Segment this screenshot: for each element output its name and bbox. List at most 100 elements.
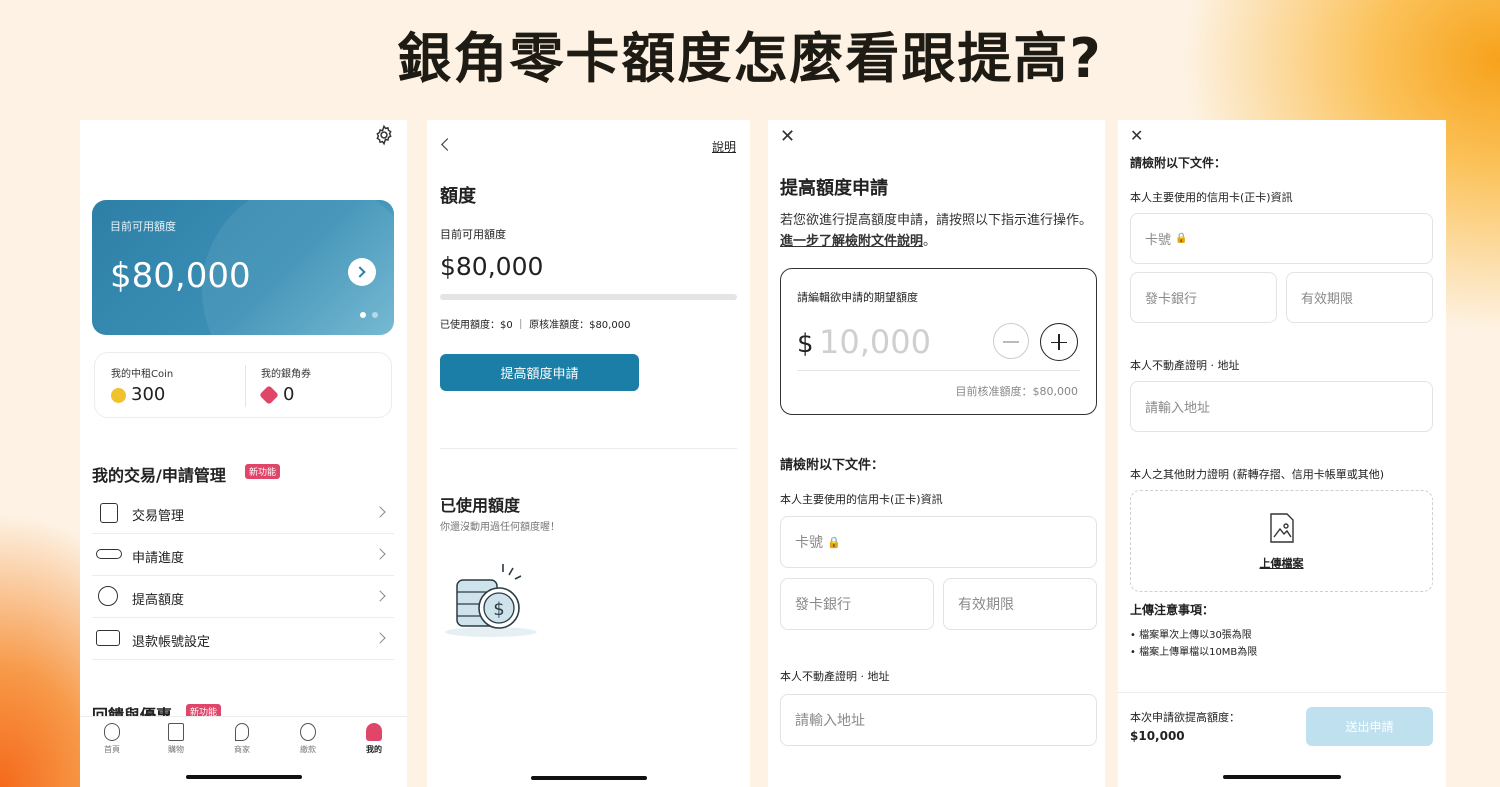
address-field[interactable]: 請輸入地址: [1130, 381, 1433, 432]
screen-documents: ✕ 請檢附以下文件： 本人主要使用的信用卡(正卡)資訊 卡號 🔒 發卡銀行 有效…: [1118, 120, 1446, 787]
tag-icon: [259, 385, 279, 405]
tab-label: 商家: [234, 745, 250, 754]
card-number-placeholder: 卡號: [1145, 233, 1172, 248]
increase-button[interactable]: [1040, 323, 1078, 361]
intro-link[interactable]: 進一步了解檢附文件說明: [780, 234, 923, 249]
card-number-field[interactable]: 卡號 🔒: [1130, 213, 1433, 264]
coin-label: 我的中租Coin: [111, 369, 174, 380]
close-icon[interactable]: ✕: [780, 126, 795, 147]
tab-payment[interactable]: 繳款: [288, 723, 328, 755]
available-label: 目前可用額度: [440, 228, 506, 241]
amount-input[interactable]: 10,000: [819, 323, 931, 361]
divider: [440, 448, 737, 449]
available-amount: $80,000: [440, 252, 544, 281]
page-title: 提高額度申請: [780, 178, 888, 199]
user-icon: [366, 723, 382, 741]
address-label: 本人不動產證明 · 地址: [780, 670, 890, 683]
amount-label: 請編輯欲申請的期望額度: [797, 291, 918, 304]
menu-label: 提高額度: [132, 593, 185, 608]
upload-dropzone[interactable]: 上傳檔案: [1130, 490, 1433, 592]
tab-label: 我的: [366, 745, 382, 754]
address-field[interactable]: 請輸入地址: [780, 694, 1097, 746]
tab-bar: 首頁 購物 商家 繳款 我的: [80, 716, 407, 787]
page-dot-active: [360, 312, 366, 318]
tab-label: 購物: [168, 745, 184, 754]
expiry-placeholder: 有效期限: [958, 597, 1014, 613]
voucher-value: 0: [283, 384, 295, 405]
svg-text:$: $: [493, 599, 504, 620]
menu-label: 退款帳號設定: [132, 635, 211, 650]
menu-item-raise-limit[interactable]: 提高額度: [92, 576, 394, 618]
bank-field[interactable]: 發卡銀行: [780, 578, 934, 630]
home-icon: [104, 723, 120, 741]
amount-box: 請編輯欲申請的期望額度 $ 10,000 目前核准額度：$80,000: [780, 268, 1097, 415]
note-item: • 檔案上傳單檔以10MB為限: [1130, 647, 1258, 658]
menu-label: 申請進度: [132, 551, 185, 566]
screen-raise-application: ✕ 提高額度申請 若您欲進行提高額度申請，請按照以下指示進行操作。進一步了解檢附…: [768, 120, 1105, 787]
address-label: 本人不動產證明 · 地址: [1130, 359, 1240, 372]
stats-panel: 我的中租Coin 300 我的銀角券 0: [94, 352, 392, 418]
search-progress-icon: [96, 549, 122, 559]
used-empty-text: 你還沒動用過任何額度喔！: [440, 522, 560, 533]
footer-bar: 本次申請欲提高額度： $10,000 送出申請: [1118, 692, 1446, 787]
address-placeholder: 請輸入地址: [795, 713, 865, 729]
tab-label: 首頁: [104, 745, 120, 754]
raise-limit-icon: [98, 586, 118, 606]
card-amount: $80,000: [110, 256, 251, 296]
note-item: • 檔案單次上傳以30張為限: [1130, 630, 1252, 641]
tab-shopping[interactable]: 購物: [156, 723, 196, 755]
intro-text: 若您欲進行提高額度申請，請按照以下指示進行操作。: [780, 213, 1093, 228]
card-number-field[interactable]: 卡號 🔒: [780, 516, 1097, 568]
tab-label: 繳款: [300, 745, 316, 754]
menu-item-refund-account[interactable]: 退款帳號設定: [92, 618, 394, 660]
currency-sign: $: [797, 329, 814, 359]
voucher-label: 我的銀角券: [261, 369, 311, 380]
menu-item-transactions[interactable]: 交易管理: [92, 492, 394, 534]
shopping-bag-icon: [168, 723, 184, 741]
menu-item-progress[interactable]: 申請進度: [92, 534, 394, 576]
tab-home[interactable]: 首頁: [92, 723, 132, 755]
bank-field[interactable]: 發卡銀行: [1130, 272, 1277, 323]
expiry-field[interactable]: 有效期限: [943, 578, 1097, 630]
upload-link[interactable]: 上傳檔案: [1131, 555, 1432, 571]
receipt-icon: [100, 503, 118, 523]
footer-amount: $10,000: [1130, 729, 1185, 743]
card-info-label: 本人主要使用的信用卡(正卡)資訊: [780, 493, 943, 506]
help-link[interactable]: 說明: [712, 138, 736, 155]
usage-bar: [440, 294, 737, 300]
coins-illustration: $: [443, 560, 543, 640]
menu-label: 交易管理: [132, 509, 185, 524]
tab-mine[interactable]: 我的: [354, 723, 394, 755]
address-placeholder: 請輸入地址: [1145, 401, 1211, 416]
intro-paragraph: 若您欲進行提高額度申請，請按照以下指示進行操作。進一步了解檢附文件說明。: [780, 210, 1098, 252]
gear-icon[interactable]: [373, 124, 395, 146]
card-arrow-button[interactable]: [348, 258, 376, 286]
card-number-placeholder: 卡號: [795, 535, 823, 551]
bank-placeholder: 發卡銀行: [1145, 292, 1198, 307]
image-icon: [1269, 513, 1295, 543]
page-dot: [372, 312, 378, 318]
location-pin-icon: [235, 723, 249, 741]
docs-title: 請檢附以下文件：: [780, 458, 885, 473]
coin-icon: [111, 388, 126, 403]
tab-merchants[interactable]: 商家: [222, 723, 262, 755]
docs-title: 請檢附以下文件：: [1130, 156, 1227, 170]
screen-my-account: 目前可用額度 $80,000 我的中租Coin 300 我的銀角券 0 我的交易…: [80, 120, 407, 787]
submit-button[interactable]: 送出申請: [1306, 707, 1433, 746]
payment-icon: [300, 723, 316, 741]
card-info-label: 本人主要使用的信用卡(正卡)資訊: [1130, 191, 1293, 204]
decrease-button[interactable]: [993, 323, 1029, 359]
coin-value: 300: [131, 384, 166, 405]
usage-text: 已使用額度：$0 ｜ 原核准額度：$80,000: [440, 320, 631, 331]
used-title: 已使用額度: [440, 496, 521, 515]
apply-raise-button[interactable]: 提高額度申請: [440, 354, 639, 391]
footer-label: 本次申請欲提高額度：: [1130, 711, 1240, 724]
page-headline: 銀角零卡額度怎麼看跟提高?: [397, 27, 1103, 90]
section-title: 我的交易/申請管理: [92, 466, 226, 485]
note-text: 檔案單次上傳以30張為限: [1139, 630, 1252, 641]
close-icon[interactable]: ✕: [1130, 126, 1143, 145]
back-icon[interactable]: [441, 138, 454, 151]
finance-proof-label: 本人之其他財力證明 (薪轉存摺、信用卡帳單或其他): [1130, 468, 1385, 481]
expiry-field[interactable]: 有效期限: [1286, 272, 1433, 323]
credit-card[interactable]: 目前可用額度 $80,000: [92, 200, 394, 335]
